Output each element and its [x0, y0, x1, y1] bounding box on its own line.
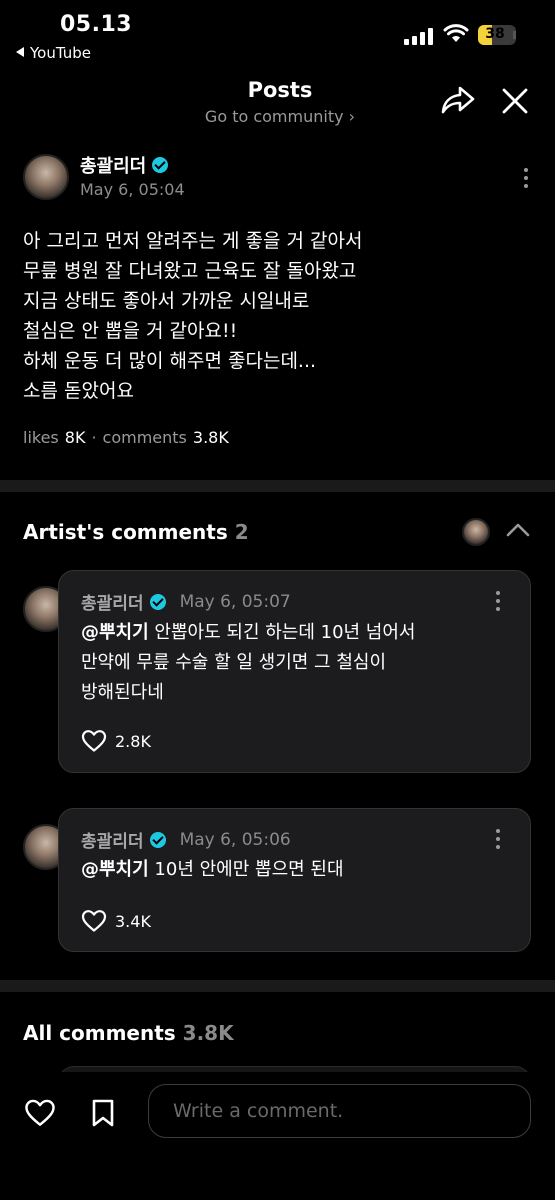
comment-line: 10년 안에만 뽑으면 된대 — [154, 859, 344, 880]
comment-header: 총괄리더 May 6, 05:07 — [81, 589, 291, 615]
all-comments-count: 3.8K — [182, 1021, 234, 1045]
heart-icon — [81, 910, 107, 932]
comment-like-count: 2.8K — [115, 731, 151, 751]
artist-comment: 총괄리더 May 6, 05:06 @뿌치기 10년 안에만 뽑으면 된대 3.… — [58, 808, 531, 952]
post-more-icon[interactable] — [524, 168, 528, 188]
comment-like-button[interactable]: 2.8K — [81, 729, 151, 753]
share-icon[interactable] — [440, 84, 476, 116]
verified-badge-icon — [149, 831, 166, 848]
battery-icon: 38 — [478, 25, 516, 45]
post-line: 무릎 병원 잘 다녀왔고 근육도 잘 돌아왔고 — [23, 260, 357, 282]
likes-label: likes — [23, 428, 59, 447]
comments-label: comments — [102, 428, 187, 447]
comment-text: @뿌치기 안뽑아도 되긴 하는데 10년 넘어서 만약에 무릎 수술 할 일 생… — [81, 618, 416, 708]
status-bar: 05.13 YouTube 38 — [0, 0, 555, 70]
chevron-up-icon[interactable] — [506, 522, 530, 538]
wifi-icon — [443, 24, 469, 42]
comment-time: May 6, 05:06 — [179, 829, 291, 850]
post-stats: likes 8K · comments 3.8K — [23, 428, 229, 447]
back-triangle-icon — [16, 47, 24, 57]
heart-icon[interactable] — [24, 1098, 56, 1128]
back-app-label: YouTube — [30, 44, 91, 62]
post-author[interactable]: 총괄리더 — [80, 152, 169, 178]
all-comments-label: All comments — [23, 1021, 176, 1045]
post-line: 아 그리고 먼저 알려주는 게 좋을 거 같아서 — [23, 230, 363, 252]
comment-author[interactable]: 총괄리더 — [81, 827, 144, 852]
artist-avatar — [462, 518, 490, 546]
section-divider — [0, 980, 555, 992]
artist-comment: 총괄리더 May 6, 05:07 @뿌치기 안뽑아도 되긴 하는데 10년 넘… — [58, 570, 531, 773]
post-date: May 6, 05:04 — [80, 180, 185, 199]
battery-nub — [513, 31, 516, 39]
post-author-name: 총괄리더 — [80, 156, 147, 177]
post-line: 하체 운동 더 많이 해주면 좋다는데... — [23, 350, 317, 372]
comment-line: 만약에 무릎 수술 할 일 생기면 그 철심이 — [81, 652, 387, 673]
comment-like-button[interactable]: 3.4K — [81, 909, 151, 933]
artist-comments-title: Artist's comments 2 — [23, 520, 249, 544]
comment-input-placeholder: Write a comment. — [173, 1100, 344, 1122]
comment-text: @뿌치기 10년 안에만 뽑으면 된대 — [81, 855, 344, 885]
battery-level: 38 — [485, 26, 505, 42]
status-time: 05.13 — [60, 12, 133, 37]
artist-comments-count: 2 — [234, 520, 249, 544]
comment-input[interactable]: Write a comment. — [148, 1084, 531, 1138]
artist-comments-label: Artist's comments — [23, 520, 228, 544]
heart-icon — [81, 730, 107, 752]
verified-badge-icon — [149, 593, 166, 610]
comment-more-icon[interactable] — [496, 591, 500, 611]
post-author-avatar[interactable] — [23, 154, 69, 200]
bookmark-icon[interactable] — [90, 1098, 116, 1128]
stats-separator: · — [91, 428, 97, 447]
cellular-signal-icon — [404, 28, 433, 45]
comment-mention[interactable]: @뿌치기 — [81, 622, 149, 643]
likes-count[interactable]: 8K — [65, 428, 86, 447]
comment-line: 방해된다네 — [81, 682, 164, 703]
all-comments-title: All comments 3.8K — [23, 1021, 234, 1045]
section-divider — [0, 480, 555, 492]
comment-mention[interactable]: @뿌치기 — [81, 859, 149, 880]
back-to-app-link[interactable]: YouTube — [16, 44, 91, 62]
comment-author[interactable]: 총괄리더 — [81, 589, 144, 614]
comment-time: May 6, 05:07 — [179, 591, 291, 612]
post-line: 지금 상태도 좋아서 가까운 시일내로 — [23, 290, 310, 312]
comments-count[interactable]: 3.8K — [193, 428, 229, 447]
post-body: 아 그리고 먼저 알려주는 게 좋을 거 같아서 무릎 병원 잘 다녀왔고 근육… — [23, 226, 523, 406]
close-icon[interactable] — [500, 86, 530, 116]
comment-like-count: 3.4K — [115, 911, 151, 931]
post-line: 철심은 안 뽑을 거 같아요!! — [23, 320, 238, 342]
bottom-bar: Write a comment. — [0, 1072, 555, 1200]
comment-more-icon[interactable] — [496, 829, 500, 849]
post-line: 소름 돋았어요 — [23, 380, 134, 402]
comment-line: 안뽑아도 되긴 하는데 10년 넘어서 — [154, 622, 416, 643]
verified-badge-icon — [152, 157, 169, 173]
comment-header: 총괄리더 May 6, 05:06 — [81, 827, 291, 853]
